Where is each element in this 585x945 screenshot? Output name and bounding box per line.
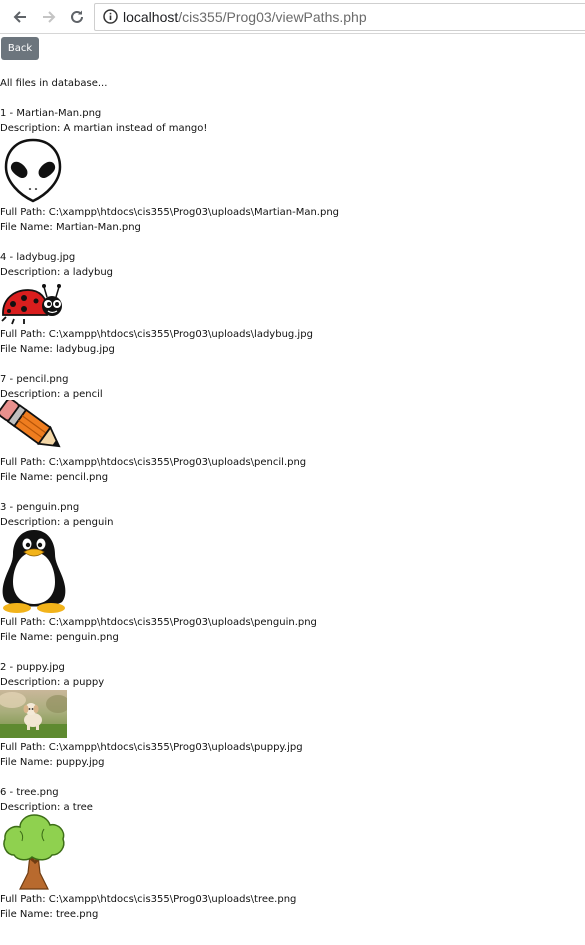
browser-toolbar: localhost/cis355/Prog03/viewPaths.php — [0, 0, 585, 34]
back-button[interactable]: Back — [1, 37, 39, 60]
file-full-path: Full Path: C:\xampp\htdocs\cis355\Prog03… — [0, 742, 303, 753]
ladybug-image — [1, 284, 62, 325]
file-description: Description: a ladybug — [0, 267, 114, 278]
file-heading: 6 - tree.png — [0, 787, 59, 798]
file-full-path: Full Path: C:\xampp\htdocs\cis355\Prog03… — [0, 617, 317, 628]
file-heading: 7 - pencil.png — [0, 374, 69, 385]
url-text: localhost/cis355/Prog03/viewPaths.php — [123, 9, 367, 25]
reload-icon[interactable] — [66, 6, 88, 28]
file-name: File Name: tree.png — [0, 909, 99, 920]
file-name: File Name: Martian-Man.png — [0, 222, 141, 233]
file-full-path: Full Path: C:\xampp\htdocs\cis355\Prog03… — [0, 329, 313, 340]
file-heading: 1 - Martian-Man.png — [0, 108, 102, 119]
url-path: /cis355/Prog03/viewPaths.php — [178, 9, 367, 25]
address-bar[interactable]: localhost/cis355/Prog03/viewPaths.php — [94, 3, 585, 31]
forward-arrow-icon[interactable] — [38, 6, 60, 28]
alien-head-image — [4, 138, 62, 203]
penguin-image — [2, 530, 66, 613]
file-name: File Name: penguin.png — [0, 632, 119, 643]
file-name: File Name: puppy.jpg — [0, 757, 105, 768]
file-name: File Name: pencil.png — [0, 472, 109, 483]
file-heading: 3 - penguin.png — [0, 502, 80, 513]
file-full-path: Full Path: C:\xampp\htdocs\cis355\Prog03… — [0, 207, 339, 218]
puppy-photo-image — [0, 690, 67, 738]
back-arrow-icon[interactable] — [9, 6, 31, 28]
url-host: localhost — [123, 9, 179, 25]
file-heading: 2 - puppy.jpg — [0, 662, 65, 673]
file-name: File Name: ladybug.jpg — [0, 344, 115, 355]
file-description: Description: A martian instead of mango! — [0, 123, 208, 134]
file-description: Description: a puppy — [0, 677, 105, 688]
pencil-image — [0, 400, 61, 448]
file-full-path: Full Path: C:\xampp\htdocs\cis355\Prog03… — [0, 894, 297, 905]
tree-image — [3, 814, 65, 890]
file-full-path: Full Path: C:\xampp\htdocs\cis355\Prog03… — [0, 457, 307, 468]
file-heading: 4 - ladybug.jpg — [0, 252, 76, 263]
intro-text: All files in database... — [0, 78, 108, 89]
info-icon[interactable] — [103, 9, 118, 29]
